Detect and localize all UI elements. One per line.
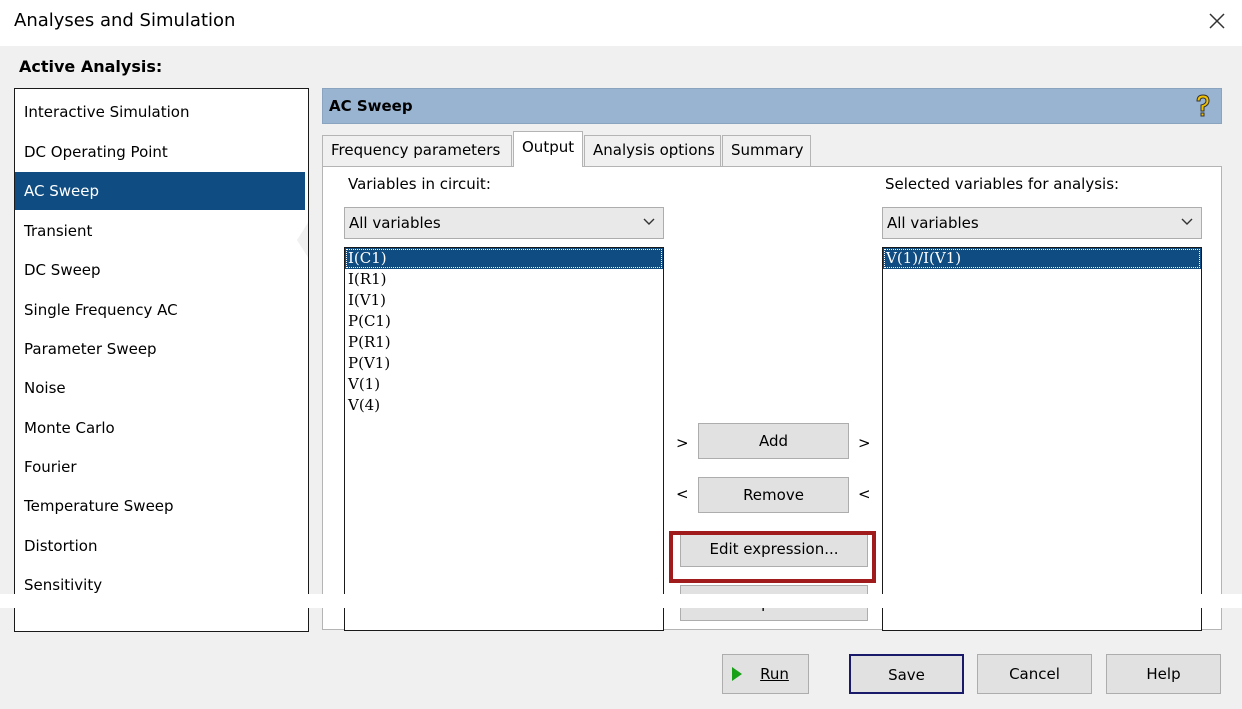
run-label: Run bbox=[760, 665, 789, 683]
analysis-item-temperature-sweep[interactable]: Temperature Sweep bbox=[15, 487, 305, 525]
analysis-list[interactable]: Interactive Simulation DC Operating Poin… bbox=[14, 88, 309, 632]
add-arrow-left: > bbox=[676, 434, 689, 452]
tab-summary[interactable]: Summary bbox=[722, 135, 811, 166]
close-button[interactable] bbox=[1200, 6, 1234, 36]
help-button[interactable]: Help bbox=[1106, 654, 1221, 694]
chevron-down-icon bbox=[1181, 218, 1193, 225]
panel-title: AC Sweep bbox=[329, 97, 413, 115]
analysis-item-parameter-sweep[interactable]: Parameter Sweep bbox=[15, 330, 305, 368]
variables-filter-dropdown[interactable]: All variables bbox=[344, 207, 664, 239]
window-title: Analyses and Simulation bbox=[14, 10, 236, 31]
list-item[interactable]: I(R1) bbox=[345, 269, 663, 290]
active-analysis-label: Active Analysis: bbox=[19, 57, 163, 76]
divider-band bbox=[0, 594, 1242, 608]
analysis-item-interactive-simulation[interactable]: Interactive Simulation bbox=[15, 93, 305, 131]
list-item[interactable]: P(V1) bbox=[345, 353, 663, 374]
analysis-item-distortion[interactable]: Distortion bbox=[15, 527, 305, 565]
tab-output[interactable]: Output bbox=[513, 131, 583, 167]
highlight-box bbox=[669, 531, 876, 583]
selected-variables-listbox[interactable]: V(1)/I(V1) bbox=[882, 247, 1202, 631]
list-item[interactable]: V(1)/I(V1) bbox=[883, 248, 1201, 269]
run-button[interactable]: Run bbox=[722, 654, 809, 694]
add-arrow-right: > bbox=[858, 434, 871, 452]
add-button[interactable]: Add bbox=[698, 423, 849, 459]
panel-header: AC Sweep bbox=[322, 88, 1222, 124]
variables-filter-value: All variables bbox=[349, 214, 441, 232]
variables-in-circuit-label: Variables in circuit: bbox=[348, 175, 491, 193]
remove-arrow-left: < bbox=[676, 485, 689, 503]
list-item[interactable]: I(V1) bbox=[345, 290, 663, 311]
remove-button[interactable]: Remove bbox=[698, 477, 849, 513]
chevron-down-icon bbox=[643, 218, 655, 225]
close-icon bbox=[1209, 13, 1225, 29]
analysis-item-monte-carlo[interactable]: Monte Carlo bbox=[15, 409, 305, 447]
analysis-item-transient[interactable]: Transient bbox=[15, 212, 305, 250]
analysis-item-noise[interactable]: Noise bbox=[15, 369, 305, 407]
analysis-item-single-frequency-ac[interactable]: Single Frequency AC bbox=[15, 291, 305, 329]
list-item[interactable]: V(4) bbox=[345, 395, 663, 416]
analysis-item-dc-sweep[interactable]: DC Sweep bbox=[15, 251, 305, 289]
help-icon[interactable] bbox=[1193, 93, 1213, 119]
variables-listbox[interactable]: I(C1) I(R1) I(V1) P(C1) P(R1) P(V1) V(1)… bbox=[344, 247, 664, 631]
selected-variables-label: Selected variables for analysis: bbox=[885, 175, 1120, 193]
analysis-item-ac-sweep[interactable]: AC Sweep bbox=[15, 172, 305, 210]
play-icon bbox=[732, 667, 742, 681]
selected-filter-value: All variables bbox=[887, 214, 979, 232]
selected-filter-dropdown[interactable]: All variables bbox=[882, 207, 1202, 239]
save-button[interactable]: Save bbox=[849, 654, 964, 694]
list-item[interactable]: V(1) bbox=[345, 374, 663, 395]
list-item[interactable]: P(C1) bbox=[345, 311, 663, 332]
list-item[interactable]: I(C1) bbox=[345, 248, 663, 269]
analysis-item-fourier[interactable]: Fourier bbox=[15, 448, 305, 486]
remove-arrow-right: < bbox=[858, 485, 871, 503]
tab-frequency-parameters[interactable]: Frequency parameters bbox=[322, 135, 512, 166]
analysis-item-dc-operating-point[interactable]: DC Operating Point bbox=[15, 133, 305, 171]
list-item[interactable]: P(R1) bbox=[345, 332, 663, 353]
title-bar: Analyses and Simulation bbox=[0, 0, 1242, 46]
cancel-button[interactable]: Cancel bbox=[977, 654, 1092, 694]
selection-pointer bbox=[297, 221, 308, 259]
tab-analysis-options[interactable]: Analysis options bbox=[584, 135, 721, 166]
dialog-body: Active Analysis: Interactive Simulation … bbox=[0, 46, 1242, 709]
